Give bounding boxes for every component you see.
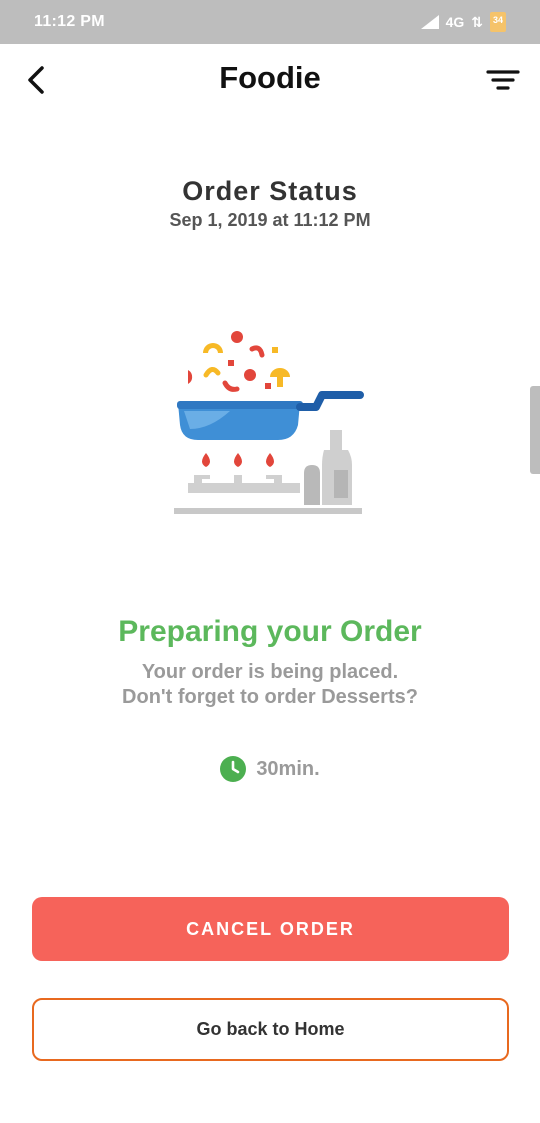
battery-level: 34 [492,15,503,25]
signal-icon [420,15,439,29]
cooking-pan-on-stove-illustration [174,331,364,514]
status-time: 11:12 PM [34,13,105,30]
go-back-home-button[interactable]: Go back to Home [32,998,509,1061]
status-message-line-1: Your order is being placed. [141,661,399,683]
data-arrows-icon: ⇅ [471,14,483,30]
cancel-order-button[interactable]: CANCEL ORDER [32,897,509,961]
order-status-heading: Preparing your Order [118,615,422,648]
status-bar: 11:12 PM 4G ⇅ 34 [0,0,540,44]
network-type: 4G [445,14,465,30]
order-status-title: Order Status [182,176,358,206]
order-date: Sep 1, 2019 at 11:12 PM [169,210,371,230]
scroll-indicator[interactable] [530,386,540,474]
app-bar: Foodie [0,44,540,116]
eta-row: 30min. [0,756,540,782]
clock-icon [220,756,247,782]
app-title: Foodie [219,60,321,95]
eta-text: 30min. [256,757,320,780]
battery-icon: 34 [490,12,506,32]
status-indicators: 4G ⇅ 34 [420,12,506,32]
filter-icon[interactable] [486,68,520,94]
status-message-line-2: Don't forget to order Desserts? [122,686,418,708]
